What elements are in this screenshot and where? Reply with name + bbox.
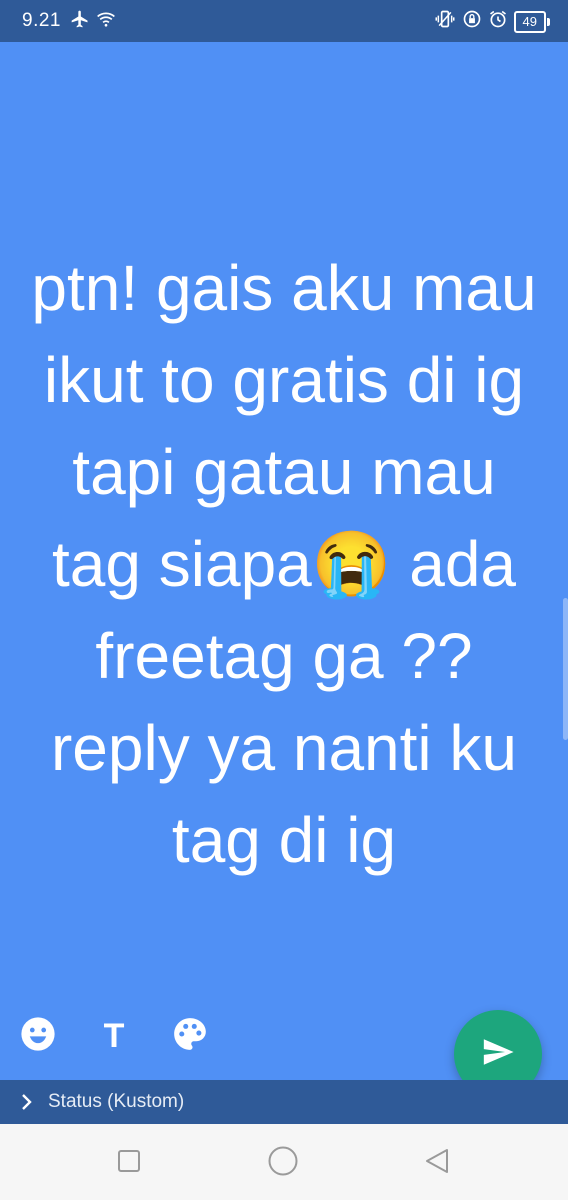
emoji-icon: [19, 1015, 57, 1058]
scroll-thumb[interactable]: [563, 598, 568, 740]
status-right-icons: 49: [434, 9, 551, 34]
emoji-button[interactable]: [18, 1016, 58, 1056]
status-audience-label: Status (Kustom): [48, 1091, 185, 1112]
back-button[interactable]: [420, 1146, 454, 1180]
chevron-right-icon: [20, 1093, 38, 1111]
alarm-icon: [488, 9, 508, 34]
status-time: 9.21: [22, 10, 61, 31]
recents-button[interactable]: [112, 1146, 146, 1180]
crying-face-emoji: 😭: [311, 528, 392, 600]
wifi-icon: [96, 9, 116, 34]
system-nav-bar: [0, 1124, 568, 1200]
status-text[interactable]: ptn! gais aku mau ikut to gratis di ig t…: [20, 242, 548, 886]
status-left-icons: [70, 9, 116, 34]
recents-icon: [116, 1148, 142, 1179]
back-icon: [423, 1147, 451, 1180]
status-audience-bar[interactable]: Status (Kustom): [0, 1080, 568, 1124]
battery-icon: 49: [513, 10, 551, 33]
text-style-icon: T: [103, 1016, 125, 1055]
status-editor-canvas[interactable]: ptn! gais aku mau ikut to gratis di ig t…: [0, 42, 568, 1080]
vibrate-icon: [434, 9, 456, 34]
palette-icon: [171, 1015, 209, 1058]
status-bar: 9.21 49: [0, 0, 568, 42]
rotation-lock-icon: [462, 9, 482, 34]
palette-button[interactable]: [170, 1016, 210, 1056]
airplane-icon: [70, 9, 90, 34]
home-icon: [267, 1145, 299, 1182]
send-icon: [481, 1035, 515, 1074]
home-button[interactable]: [266, 1146, 300, 1180]
text-style-button[interactable]: T: [94, 1016, 134, 1056]
